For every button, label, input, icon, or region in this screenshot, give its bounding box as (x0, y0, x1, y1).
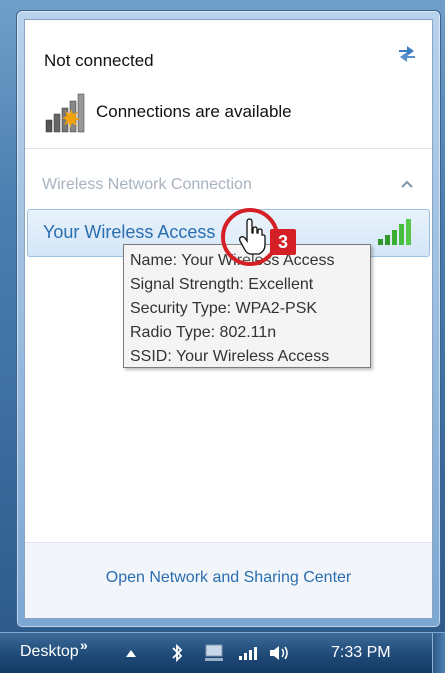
flyout-footer: Open Network and Sharing Center (25, 543, 432, 618)
tooltip-radio-type: Radio Type: 802.11n (130, 324, 277, 341)
connections-available-text: Connections are available (96, 102, 292, 121)
wifi-bars-icon (378, 219, 411, 245)
show-desktop-button[interactable] (432, 633, 445, 673)
divider (25, 148, 432, 149)
show-hidden-icons-icon[interactable] (126, 649, 136, 657)
desktop-toolbar-label[interactable]: Desktop (20, 643, 79, 661)
network-name: Your Wireless Access (43, 222, 216, 242)
wireless-section-header[interactable]: Wireless Network Connection (42, 176, 252, 194)
tooltip-security-type: Security Type: WPA2-PSK (130, 300, 318, 317)
toolbar-overflow-chevron[interactable]: » (80, 637, 88, 653)
taskbar: Desktop » 7:33 PM (0, 632, 445, 673)
action-center-icon[interactable] (203, 643, 225, 663)
tooltip-signal-strength: Signal Strength: Excellent (130, 276, 314, 293)
connection-status-title: Not connected (44, 51, 154, 70)
network-signal-icon[interactable] (238, 645, 258, 661)
taskbar-clock[interactable]: 7:33 PM (331, 644, 391, 662)
hand-pointer-icon (239, 218, 266, 255)
refresh-icon[interactable] (396, 42, 418, 62)
volume-icon[interactable] (268, 644, 296, 662)
signal-warning-icon (45, 93, 85, 133)
tooltip-ssid: SSID: Your Wireless Access (130, 348, 330, 365)
chevron-up-icon[interactable] (401, 179, 413, 189)
step-badge: 3 (270, 229, 296, 255)
open-network-sharing-center-link[interactable]: Open Network and Sharing Center (25, 569, 432, 587)
connections-available-row: Connections are available (44, 92, 414, 134)
bluetooth-icon[interactable] (170, 643, 184, 663)
network-flyout-content: Not connected Connections are available … (24, 19, 433, 619)
